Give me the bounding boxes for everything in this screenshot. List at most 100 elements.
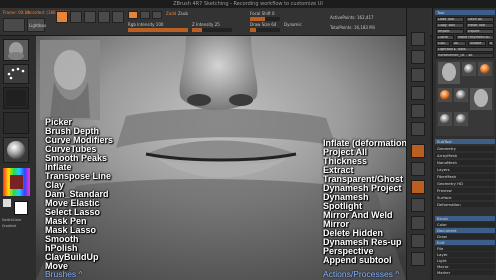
zsub-toggle[interactable]: Zsub: [178, 11, 188, 16]
focal-shift-label: Focal Shift 0: [250, 11, 275, 16]
tool-palette: Tool Load Tool Save As Copy Tool Paste T…: [432, 8, 496, 280]
draw-button[interactable]: [70, 11, 82, 23]
surface-section[interactable]: Surface: [435, 195, 495, 200]
menu-item-file[interactable]: File: [435, 246, 495, 251]
material-thumbnail[interactable]: [3, 137, 29, 163]
dynamic-toggle[interactable]: Dynamic: [284, 22, 302, 27]
primary-color-swatch[interactable]: [3, 199, 11, 207]
stroke-thumbnail[interactable]: [3, 64, 29, 84]
left-tray: SwitchColor Gradient: [0, 36, 36, 280]
rgb-intensity-label: Rgb Intensity 100: [128, 22, 164, 27]
actions-menu: Inflate (deformation) Project All Thickn…: [323, 139, 406, 265]
total-points: TotalPoints: 16,183 Mil: [330, 25, 375, 30]
portrait-thumbnail: [40, 40, 100, 120]
menu-item-brush[interactable]: Brush: [435, 216, 495, 221]
clone-button[interactable]: Clone: [436, 35, 454, 40]
geometry-section[interactable]: Geometry: [435, 146, 495, 151]
menu-item-draw[interactable]: Draw: [435, 234, 495, 239]
r-button[interactable]: R: [488, 41, 494, 46]
zintensity-label: Z Intensity 25: [192, 22, 220, 27]
goz-button[interactable]: GoZ: [436, 41, 450, 46]
focal-shift-slider[interactable]: [250, 17, 280, 21]
rgb-intensity-slider[interactable]: [128, 28, 188, 32]
copy-tool-button[interactable]: Copy Tool: [436, 23, 464, 28]
visible-button[interactable]: Visible: [468, 41, 486, 46]
m-button[interactable]: [152, 11, 162, 19]
brush-head-icon: [8, 42, 24, 60]
local-icon[interactable]: [411, 180, 425, 194]
scroll-icon[interactable]: [411, 68, 425, 82]
layers-section[interactable]: Layers: [435, 167, 495, 172]
make-polymesh-button[interactable]: Make PolyMesh3D: [456, 35, 494, 40]
rotate-button[interactable]: [112, 11, 124, 23]
save-as-button[interactable]: Save As: [466, 17, 494, 22]
material-sphere-icon: [7, 141, 25, 159]
active-points: ActivePoints: 162,417: [330, 15, 374, 20]
geometry-hd-section[interactable]: Geometry HD: [435, 181, 495, 186]
projection-master-button[interactable]: [3, 18, 25, 32]
menu-item-marker[interactable]: Marker: [435, 270, 495, 275]
zintensity-slider[interactable]: [192, 28, 232, 32]
dots-stroke-icon: [7, 67, 25, 80]
aahalf-icon[interactable]: [411, 122, 425, 136]
menu-item-macro[interactable]: Macro: [435, 264, 495, 269]
gradient-button[interactable]: Gradient: [2, 224, 16, 228]
bpr-icon[interactable]: [411, 32, 425, 46]
rotate-view-icon[interactable]: [411, 234, 425, 248]
title-bar: ZBrush 4R7 Sketching - Recording workflo…: [0, 0, 496, 8]
menu-item-document[interactable]: Document: [435, 228, 495, 233]
lightbox-button[interactable]: Lightbox: [27, 18, 47, 32]
scale-button[interactable]: [98, 11, 110, 23]
move-view-icon[interactable]: [411, 216, 425, 230]
all-button[interactable]: All: [452, 41, 466, 46]
viewport-canvas[interactable]: Picker Brush Depth Curve Modifiers Curve…: [36, 36, 406, 280]
switch-color-button[interactable]: SwitchColor: [2, 218, 22, 222]
lightbox-tools-button[interactable]: Lightbox ▸ Tools: [436, 47, 494, 52]
menu-item-light[interactable]: Light: [435, 258, 495, 263]
paste-tool-button[interactable]: Paste Tool: [466, 23, 494, 28]
tool-palette-header[interactable]: Tool: [435, 10, 495, 15]
load-tool-button[interactable]: Load Tool: [436, 17, 464, 22]
nanomesh-section[interactable]: NanoMesh: [435, 160, 495, 165]
export-button[interactable]: Export: [466, 29, 494, 34]
zoom-icon[interactable]: [411, 86, 425, 100]
fibermesh-section[interactable]: FiberMesh: [435, 174, 495, 179]
brushes-footer-button[interactable]: Brushes ^: [45, 269, 83, 279]
lightbox-label: Lightbox: [29, 23, 47, 28]
draw-size-label: Draw Size 64: [250, 22, 277, 27]
right-shelf: [406, 8, 430, 280]
rgb-button[interactable]: [140, 11, 150, 19]
actual-icon[interactable]: [411, 104, 425, 118]
zadd-toggle[interactable]: Zadd: [166, 11, 176, 16]
spix-icon[interactable]: [411, 50, 425, 64]
alpha-icon: [6, 90, 26, 106]
texture-thumbnail[interactable]: [3, 112, 29, 134]
subtool-section[interactable]: SubTool: [435, 139, 495, 144]
arraymesh-section[interactable]: ArrayMesh: [435, 153, 495, 158]
action-item-append-subtool[interactable]: Append subtool: [323, 256, 406, 265]
top-toolbar: Frame: 00:19 recorded: (186,0000) Lightb…: [0, 8, 432, 36]
move-button[interactable]: [84, 11, 96, 23]
actions-footer-button[interactable]: Actions/Processes ^: [323, 269, 399, 279]
menu-item-layer[interactable]: Layer: [435, 252, 495, 257]
persp-icon[interactable]: [411, 144, 425, 158]
deformation-section[interactable]: Deformation: [435, 202, 495, 207]
import-button[interactable]: Import: [436, 29, 464, 34]
zbrush-window: ZBrush 4R7 Sketching - Recording workflo…: [0, 0, 496, 280]
color-wheel-icon: [3, 168, 30, 196]
menu-item-edit[interactable]: Edit: [435, 240, 495, 245]
edit-button[interactable]: [56, 11, 68, 23]
secondary-color-swatch[interactable]: [14, 201, 28, 215]
color-picker[interactable]: [2, 167, 31, 197]
menu-item-color[interactable]: Color: [435, 222, 495, 227]
polyf-icon[interactable]: [411, 252, 425, 266]
tool-name-slider[interactable]: Rafaelwhite_0k - 48: [436, 53, 494, 58]
brush-thumbnail[interactable]: [3, 39, 29, 61]
preview-section[interactable]: Preview: [435, 188, 495, 193]
draw-size-slider[interactable]: [250, 28, 280, 32]
frame-icon[interactable]: [411, 198, 425, 212]
mrgb-button[interactable]: [128, 11, 138, 19]
floor-icon[interactable]: [411, 162, 425, 176]
alpha-thumbnail[interactable]: [3, 87, 29, 109]
brushes-menu: Picker Brush Depth Curve Modifiers Curve…: [45, 118, 113, 271]
